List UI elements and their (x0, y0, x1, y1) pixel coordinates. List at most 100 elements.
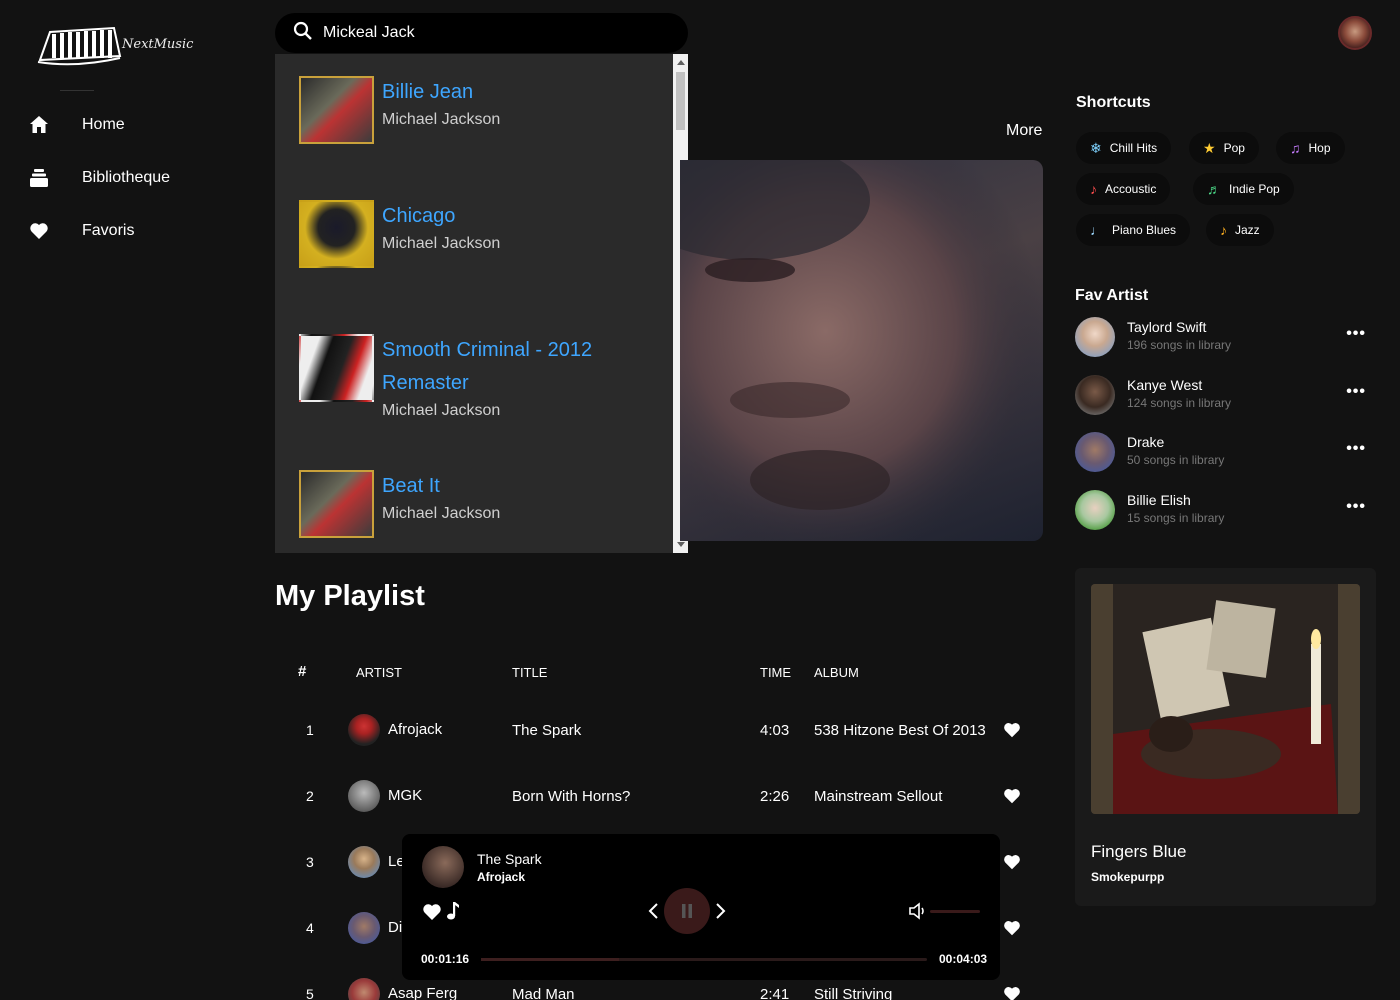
scroll-up-arrow-icon[interactable] (677, 60, 685, 65)
more-options-icon[interactable]: ••• (1346, 383, 1366, 401)
result-title: Billie Jean (382, 81, 474, 103)
row-artist: Asap Ferg (388, 985, 458, 1000)
row-title: The Spark (512, 722, 582, 739)
result-artist: Michael Jackson (382, 111, 501, 128)
fav-artist-item[interactable]: Kanye West 124 songs in library ••• (1075, 375, 1380, 417)
album-art (299, 470, 374, 538)
search-result[interactable]: Smooth Criminal - 2012 Remaster Michael … (299, 334, 642, 420)
pause-button[interactable] (664, 888, 710, 934)
row-number: 2 (306, 788, 314, 804)
search-result[interactable]: Beat It Michael Jackson (299, 470, 642, 538)
volume-icon[interactable] (908, 901, 928, 926)
favorite-heart-icon[interactable] (1003, 721, 1021, 744)
row-number: 4 (306, 920, 314, 936)
player-track-title: The Spark (477, 851, 542, 867)
music-notes-icon: ♫ (1290, 140, 1301, 156)
table-row[interactable]: 1 Afrojack The Spark 4:03 538 Hitzone Be… (290, 710, 1030, 750)
more-options-icon[interactable]: ••• (1346, 440, 1366, 458)
table-row[interactable]: 2 MGK Born With Horns? 2:26 Mainstream S… (290, 776, 1030, 816)
row-number: 3 (306, 854, 314, 870)
artist-song-count: 15 songs in library (1127, 511, 1225, 525)
favorite-heart-icon[interactable] (1003, 853, 1021, 876)
row-album: 538 Hitzone Best Of 2013 (814, 722, 986, 739)
scroll-down-arrow-icon[interactable] (677, 542, 685, 547)
avatar (348, 912, 380, 944)
shortcut-indie-pop[interactable]: ♬ Indie Pop (1193, 173, 1294, 205)
guitar-icon: ♪ (1090, 181, 1097, 197)
logo-divider (60, 90, 94, 91)
shortcut-jazz[interactable]: ♪ Jazz (1206, 214, 1274, 246)
hero-image[interactable] (680, 160, 1043, 541)
volume-slider[interactable] (930, 910, 980, 913)
music-player: The Spark Afrojack 00:01:16 00:04:03 (402, 834, 1000, 980)
card-track-artist: Smokepurpp (1091, 870, 1165, 884)
result-title: Smooth Criminal - 2012 Remaster (382, 339, 593, 394)
more-link[interactable]: More (1006, 122, 1042, 140)
search-results-dropdown[interactable]: Billie Jean Michael Jackson Chicago Mich… (275, 54, 688, 553)
shortcut-label: Piano Blues (1112, 223, 1177, 237)
album-art (299, 76, 374, 144)
favorite-heart-icon[interactable] (1003, 919, 1021, 942)
avatar (1075, 432, 1115, 472)
artist-song-count: 196 songs in library (1127, 338, 1232, 352)
row-time: 4:03 (760, 722, 790, 739)
piano-icon: ♩ (1090, 222, 1104, 238)
avatar (1075, 490, 1115, 530)
artist-song-count: 50 songs in library (1127, 453, 1225, 467)
row-album: Still Striving (814, 986, 893, 1000)
column-header-artist[interactable]: ARTIST (356, 665, 402, 680)
album-art (299, 200, 374, 268)
favorite-heart-icon[interactable] (1003, 985, 1021, 1000)
like-heart-icon[interactable] (422, 902, 442, 927)
user-avatar[interactable] (1338, 16, 1372, 50)
shortcut-chill-hits[interactable]: ❄ Chill Hits (1076, 132, 1172, 164)
sidebar-item-home[interactable]: Home (28, 110, 125, 140)
progress-bar[interactable] (481, 958, 927, 961)
column-header-album[interactable]: ALBUM (814, 665, 859, 680)
fav-artist-item[interactable]: Billie Elish 15 songs in library ••• (1075, 490, 1380, 532)
scrollbar-thumb[interactable] (676, 72, 685, 130)
row-title: Born With Horns? (512, 788, 631, 805)
avatar (348, 780, 380, 812)
column-header-title[interactable]: TITLE (512, 665, 547, 680)
card-track-title: Fingers Blue (1091, 842, 1187, 861)
artist-name: Taylord Swift (1127, 319, 1207, 335)
search-result[interactable]: Billie Jean Michael Jackson (299, 76, 642, 144)
search-bar[interactable] (275, 13, 688, 53)
fav-artist-item[interactable]: Taylord Swift 196 songs in library ••• (1075, 317, 1380, 359)
shortcut-label: Chill Hits (1109, 141, 1158, 155)
avatar (1075, 375, 1115, 415)
sidebar-item-bibliotheque[interactable]: Bibliotheque (28, 163, 170, 193)
result-title: Beat It (382, 475, 440, 497)
home-icon (28, 114, 50, 136)
star-icon: ★ (1203, 139, 1216, 156)
snowflake-icon: ❄ (1090, 139, 1102, 156)
next-chevron-icon[interactable] (715, 901, 727, 926)
favorite-heart-icon[interactable] (1003, 787, 1021, 810)
column-header-number: # (298, 663, 307, 680)
previous-chevron-icon[interactable] (647, 901, 659, 926)
now-playing-card[interactable]: Fingers Blue Smokepurpp (1075, 568, 1376, 906)
album-cover (1091, 584, 1360, 814)
search-result[interactable]: Chicago Michael Jackson (299, 200, 642, 268)
search-input[interactable] (323, 24, 663, 42)
avatar (348, 846, 380, 878)
shortcut-piano-blues[interactable]: ♩ Piano Blues (1076, 214, 1191, 246)
heart-icon (28, 220, 50, 242)
shortcut-pop[interactable]: ★ Pop (1189, 132, 1259, 164)
player-thumbnail (422, 846, 464, 888)
sidebar-item-favoris[interactable]: Favoris (28, 216, 134, 246)
artist-name: Drake (1127, 434, 1165, 450)
fav-artist-item[interactable]: Drake 50 songs in library ••• (1075, 432, 1380, 474)
shortcut-hop[interactable]: ♫ Hop (1276, 132, 1345, 164)
column-header-time[interactable]: TIME (760, 665, 791, 680)
row-artist: MGK (388, 787, 423, 804)
result-artist: Michael Jackson (382, 402, 501, 419)
shortcut-accoustic[interactable]: ♪ Accoustic (1076, 173, 1171, 205)
row-title: Mad Man (512, 986, 575, 1000)
result-title: Chicago (382, 205, 456, 227)
music-note-icon[interactable] (446, 901, 460, 926)
more-options-icon[interactable]: ••• (1346, 325, 1366, 343)
sidebar-item-label: Favoris (82, 222, 135, 239)
more-options-icon[interactable]: ••• (1346, 498, 1366, 516)
